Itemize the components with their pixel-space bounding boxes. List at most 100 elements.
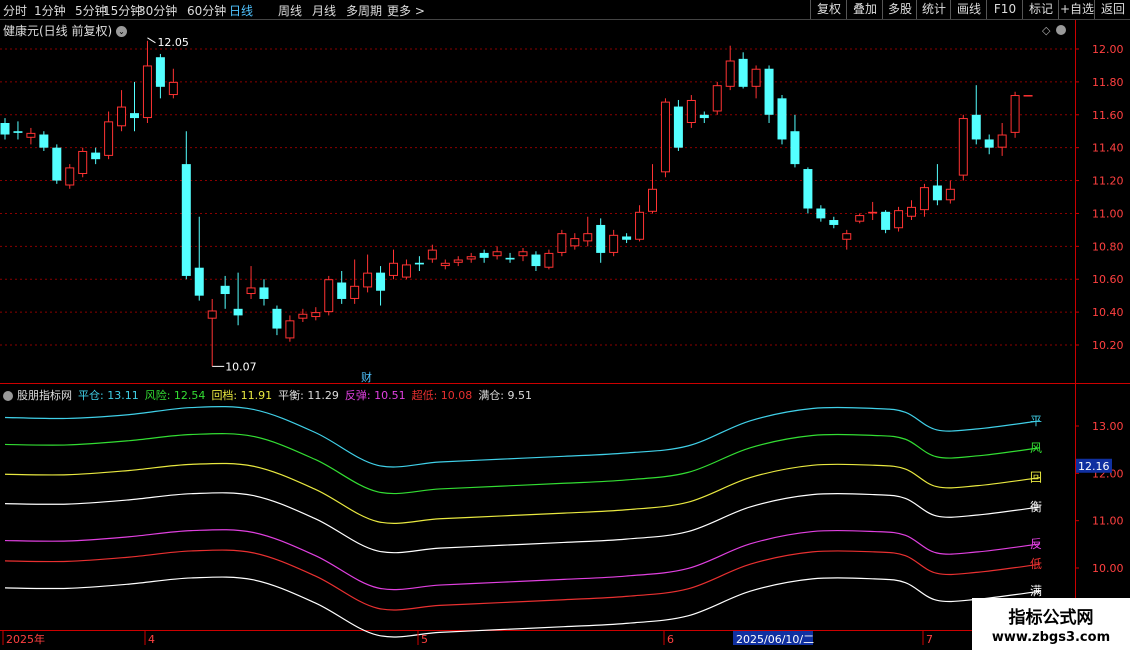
candle-body-up [635,211,645,240]
candle [531,251,541,271]
candle [1023,95,1033,97]
candle-body-up [557,233,567,253]
band-tag: 风 [1030,441,1042,455]
candle-body-up [311,312,321,318]
band-tag: 平 [1030,414,1042,428]
candle [65,164,75,189]
candle [725,45,735,91]
candle-body-up [958,118,968,176]
indicator-value-item: 满仓: 9.51 [478,389,533,402]
candle [363,254,373,293]
finance-marker[interactable]: 财 [361,370,372,384]
date-label: 2025/06/10/二 [736,633,814,646]
candle [764,65,774,123]
candle [155,53,165,99]
candle [259,279,269,306]
candle [414,256,424,271]
candle-body-up [907,206,916,217]
candle [686,95,696,128]
candle-body-up [855,215,865,222]
candle [868,201,878,221]
candle-body-up [1010,95,1020,133]
candle-body-down [0,123,10,135]
band-tag: 满 [1030,584,1042,598]
high-arrow [147,37,156,44]
diamond-icon[interactable]: ◇ [1042,24,1051,37]
candle [272,305,282,336]
candle [78,147,88,178]
band-line-6 [4,549,1041,611]
candle [518,247,528,262]
candle [971,85,981,145]
indicator-header: 股朋指标网 平仓: 13.11 风险: 12.54 回档: 11.91 平衡: 11.2… [3,387,538,403]
candlestick-chart[interactable]: 12.05 10.07 财 平风回衡反低满 12.00 11.80 11.60 11.40… [0,0,1130,650]
candle [816,205,826,222]
price-axis-label: 10.60 [1092,273,1124,286]
band-line-7 [4,576,1041,638]
watermark-title: 指标公式网 [1008,608,1094,628]
candle [596,218,606,263]
settings-circle-icon[interactable] [1056,25,1066,35]
candle [350,259,360,304]
candle [181,131,191,280]
candle-body-down [181,164,191,276]
candle [337,271,347,304]
candle-body-down [233,308,243,316]
indicator-menu-icon[interactable] [3,391,13,401]
candle-body-up [492,251,502,257]
candle-body-up [518,251,528,257]
candle [984,134,994,155]
indicator-axis-label: 10.00 [1092,562,1124,575]
candle [673,99,683,151]
candle-body-down [479,252,489,258]
candle [660,98,670,178]
candle-body-down [673,106,683,148]
candle-body-up [712,85,722,112]
candle [104,111,114,160]
price-axis-label: 11.40 [1092,142,1124,155]
candle [894,206,904,232]
candle [26,127,36,145]
candle-body-up [142,65,152,119]
price-axis-label: 10.20 [1092,339,1124,352]
date-label: 7 [926,633,933,646]
date-label: 2025年 [6,632,45,646]
band-tag: 回 [1030,471,1042,485]
candle-body-up [401,264,411,278]
candle [777,95,787,145]
candle-body-up [894,210,904,229]
candle [91,147,101,165]
candle-body-up [26,132,36,138]
price-axis-label: 11.80 [1092,76,1124,89]
candle [194,216,204,301]
band-tag: 衡 [1030,500,1042,514]
price-axis-label: 10.80 [1092,240,1124,253]
candle-body-up [648,188,657,212]
candle [635,205,645,242]
indicator-axis-label: 11.00 [1092,515,1124,528]
date-label: 4 [148,633,155,646]
candle [427,244,437,263]
candle [0,118,10,140]
candle-body-down [376,272,386,291]
candle-body-up [945,188,955,201]
candle [1010,91,1020,138]
candle-body-down [13,131,23,133]
candle-body-up [583,233,593,242]
candle [440,259,450,270]
candle-body-up [104,121,114,156]
watermark-logo: 指标公式网 www.zbgs3.com [972,598,1130,650]
band-tag: 反 [1030,537,1042,551]
candle [907,200,916,221]
candle-body-down [984,139,994,148]
candle [842,229,852,250]
candle [557,229,567,257]
indicator-value-item: 风险: 12.54 [144,389,206,402]
indicator-name: 股朋指标网 [17,389,72,402]
candle-body-up [246,287,256,295]
indicator-value-item: 超低: 10.08 [411,389,473,402]
candle-body-up [868,211,878,214]
candle-body-down [777,98,787,140]
candle-body-up [1023,95,1033,97]
candle [958,114,968,181]
